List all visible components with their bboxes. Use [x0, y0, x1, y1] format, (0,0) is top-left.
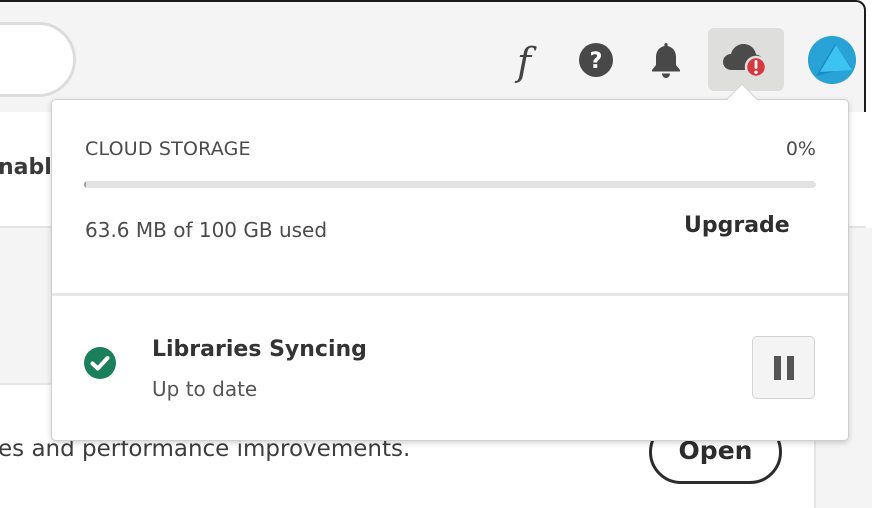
- libraries-sync-title: Libraries Syncing: [152, 337, 367, 362]
- cloud-sync-button[interactable]: [708, 28, 784, 91]
- pause-sync-button[interactable]: [752, 336, 815, 399]
- enable-label: nabl: [0, 155, 52, 180]
- storage-percent: 0%: [785, 138, 816, 160]
- svg-text:f: f: [514, 40, 537, 84]
- popover-divider: [52, 293, 848, 296]
- check-circle-icon: [84, 347, 116, 379]
- upgrade-link[interactable]: Upgrade: [684, 213, 790, 238]
- cloud-storage-title: CLOUD STORAGE: [85, 138, 251, 160]
- libraries-sync-status: Up to date: [152, 377, 258, 401]
- creative-cloud-window: nabl es and performance improvements. Op…: [0, 0, 872, 508]
- svg-text:?: ?: [590, 49, 603, 74]
- search-input[interactable]: [0, 22, 76, 97]
- fonts-icon[interactable]: f: [505, 40, 543, 84]
- storage-progress-bar: [84, 181, 816, 188]
- storage-progress-fill: [84, 181, 86, 188]
- bell-icon[interactable]: [648, 40, 684, 80]
- cloud-sync-error-icon: [723, 43, 768, 78]
- storage-used-text: 63.6 MB of 100 GB used: [85, 218, 328, 242]
- pause-icon: [773, 355, 794, 380]
- avatar[interactable]: [808, 36, 856, 84]
- help-icon[interactable]: ?: [578, 42, 614, 78]
